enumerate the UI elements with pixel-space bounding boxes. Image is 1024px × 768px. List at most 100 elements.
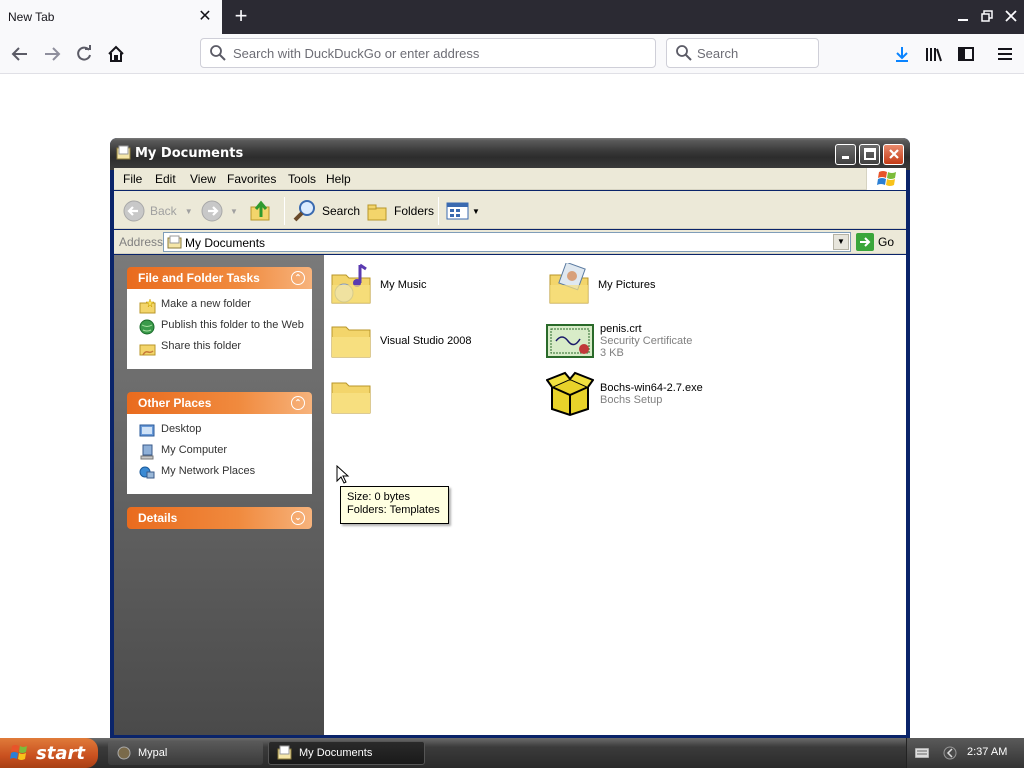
taskbar-item-my-documents[interactable]: My Documents [268, 741, 425, 765]
start-button[interactable]: start [0, 738, 98, 768]
window-minimize-button[interactable] [835, 144, 856, 165]
task-make-new-folder[interactable]: Make a new folder [139, 298, 304, 314]
menu-file[interactable]: File [123, 172, 142, 186]
documents-folder-icon [277, 745, 292, 760]
task-publish-folder[interactable]: Publish this folder to the Web [139, 319, 304, 335]
file-folder-tasks-group: File and Folder Tasks ⌃ Make a new folde… [127, 267, 312, 369]
up-folder-button[interactable] [249, 198, 273, 224]
menu-edit[interactable]: Edit [155, 172, 176, 186]
address-dropdown-button[interactable]: ▼ [833, 234, 849, 250]
desktop-icon [139, 424, 155, 437]
forward-button[interactable]: ▼ [200, 198, 238, 224]
place-my-network[interactable]: My Network Places [139, 465, 304, 481]
browser-minimize-button[interactable] [952, 6, 974, 28]
address-field[interactable]: My Documents ▼ [163, 232, 851, 252]
browser-nav-bar: Search with DuckDuckGo or enter address … [0, 34, 1024, 74]
search-icon [210, 45, 226, 61]
go-label: Go [878, 235, 895, 249]
other-places-group: Other Places ⌃ Desktop My Computer My Ne… [127, 392, 312, 494]
folder-tooltip: Size: 0 bytes Folders: Templates [340, 486, 449, 524]
hamburger-icon [998, 48, 1012, 60]
window-close-button[interactable] [883, 144, 904, 165]
details-header[interactable]: Details ⌄ [127, 507, 312, 529]
sidebar-icon [958, 47, 974, 61]
details-group: Details ⌄ [127, 507, 312, 529]
window-title: My Documents [135, 146, 244, 161]
views-icon [446, 202, 469, 220]
restore-icon [981, 10, 993, 22]
explorer-window: My Documents File Edit View Favorites To… [110, 138, 910, 738]
place-desktop[interactable]: Desktop [139, 423, 304, 439]
chevron-down-icon[interactable]: ▼ [230, 207, 238, 216]
clock[interactable]: 2:37 AM [967, 746, 1007, 758]
tab-new-tab[interactable]: New Tab ✕ [0, 0, 222, 34]
task-label: Publish this folder to the Web [161, 319, 304, 331]
search-button[interactable]: Search [292, 198, 360, 224]
browser-close-button[interactable] [1000, 6, 1022, 28]
other-places-header[interactable]: Other Places ⌃ [127, 392, 312, 414]
library-button[interactable] [922, 42, 946, 66]
magnifier-icon [293, 200, 315, 222]
back-button[interactable] [6, 40, 34, 68]
group-title: Other Places [138, 396, 212, 410]
folders-button[interactable]: Folders [366, 198, 434, 224]
new-tab-button[interactable]: + [228, 4, 254, 30]
show-hidden-icons-icon[interactable] [943, 746, 957, 760]
reload-button[interactable] [70, 40, 98, 68]
chevron-up-icon[interactable]: ⌃ [291, 271, 305, 285]
file-item-visual-studio-2008[interactable]: Visual Studio 2008 [330, 319, 472, 363]
folder-icon [331, 326, 371, 358]
home-button[interactable] [102, 40, 130, 68]
close-icon [1005, 10, 1017, 22]
url-bar[interactable]: Search with DuckDuckGo or enter address [200, 38, 656, 68]
url-placeholder: Search with DuckDuckGo or enter address [233, 46, 480, 61]
task-pane: File and Folder Tasks ⌃ Make a new folde… [114, 255, 324, 735]
sidebar-button[interactable] [954, 42, 978, 66]
standard-toolbar: Back ▼ ▼ Search Folders ▼ [114, 191, 906, 229]
downloads-button[interactable] [890, 42, 914, 66]
task-share-folder[interactable]: Share this folder [139, 340, 304, 356]
tooltip-folders: Folders: Templates [347, 504, 440, 516]
views-button[interactable]: ▼ [446, 198, 480, 224]
tab-close-button[interactable]: ✕ [196, 8, 214, 26]
file-item-hidden-folder[interactable] [330, 375, 374, 419]
globe-icon [139, 319, 155, 335]
place-label: Desktop [161, 423, 202, 435]
file-item-penis-crt[interactable]: penis.crt Security Certificate 3 KB [546, 319, 692, 363]
pictures-folder-icon [549, 263, 589, 304]
browser-restore-button[interactable] [976, 6, 998, 28]
file-item-bochs-setup[interactable]: Bochs-win64-2.7.exe Bochs Setup [546, 371, 703, 417]
place-my-computer[interactable]: My Computer [139, 444, 304, 460]
back-button[interactable]: Back ▼ [122, 198, 193, 224]
group-title: Details [138, 511, 178, 525]
taskbar-item-mypal[interactable]: Mypal [108, 741, 263, 765]
chevron-up-icon[interactable]: ⌃ [291, 396, 305, 410]
menu-button[interactable] [993, 42, 1017, 66]
file-name: Visual Studio 2008 [380, 335, 472, 347]
file-item-my-music[interactable]: My Music [330, 263, 426, 307]
menu-help[interactable]: Help [326, 172, 351, 186]
menu-tools[interactable]: Tools [288, 172, 316, 186]
taskbar-item-label: My Documents [299, 747, 373, 759]
window-maximize-button[interactable] [859, 144, 880, 165]
chevron-down-icon[interactable]: ⌄ [291, 511, 305, 525]
keyboard-icon[interactable] [915, 748, 929, 758]
file-folder-tasks-header[interactable]: File and Folder Tasks ⌃ [127, 267, 312, 289]
go-button[interactable]: Go [856, 232, 894, 252]
address-bar: Address My Documents ▼ Go [114, 230, 906, 254]
search-bar[interactable]: Search [666, 38, 819, 68]
file-type: Security Certificate [600, 335, 693, 347]
forward-button[interactable] [38, 40, 66, 68]
music-folder-icon [331, 263, 371, 304]
search-icon [676, 45, 692, 61]
file-item-my-pictures[interactable]: My Pictures [548, 263, 655, 307]
back-label: Back [150, 204, 177, 218]
forward-arrow-icon [201, 200, 223, 222]
chevron-down-icon[interactable]: ▼ [185, 207, 193, 216]
group-title: File and Folder Tasks [138, 271, 260, 285]
window-title-bar[interactable]: My Documents [110, 138, 910, 170]
arrow-left-icon [11, 47, 27, 61]
menu-view[interactable]: View [190, 172, 216, 186]
menu-favorites[interactable]: Favorites [227, 172, 276, 186]
my-computer-icon [140, 444, 154, 460]
